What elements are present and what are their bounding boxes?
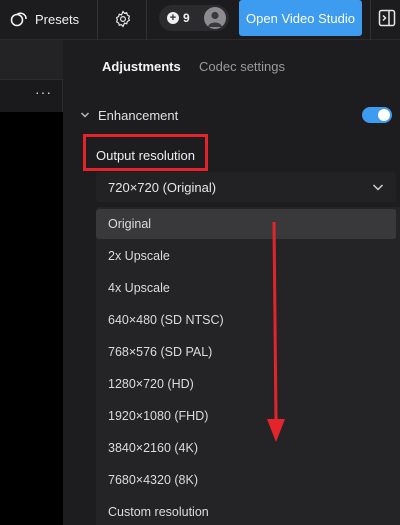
more-options-icon[interactable]: ··· xyxy=(35,84,52,100)
presets-label: Presets xyxy=(35,11,80,27)
settings-button[interactable] xyxy=(112,8,134,30)
enhancement-section-header[interactable]: Enhancement xyxy=(80,107,392,125)
resolution-option[interactable]: 640×480 (SD NTSC) xyxy=(96,305,396,335)
divider xyxy=(370,0,371,40)
tab-adjustments[interactable]: Adjustments xyxy=(102,59,181,74)
output-resolution-select[interactable]: 720×720 (Original) xyxy=(96,172,396,202)
selected-resolution: 720×720 (Original) xyxy=(108,180,217,195)
top-bar: Presets + 9 Open Video Studio xyxy=(0,0,400,40)
annotation-arrow xyxy=(267,221,285,442)
gear-icon xyxy=(115,10,131,28)
resolution-option[interactable]: Original xyxy=(96,209,396,239)
presets-icon xyxy=(10,12,27,27)
chevron-down-icon xyxy=(372,184,384,191)
resolution-option[interactable]: 768×576 (SD PAL) xyxy=(96,337,396,367)
resolution-option[interactable]: 1920×1080 (FHD) xyxy=(96,401,396,431)
panel-toggle-icon[interactable] xyxy=(378,9,396,27)
left-pane: ··· xyxy=(0,40,63,525)
chevron-right-icon xyxy=(81,112,89,118)
output-resolution-label: Output resolution xyxy=(96,148,196,163)
enhancement-title: Enhancement xyxy=(98,108,179,123)
video-preview xyxy=(0,112,63,525)
tab-codec-settings[interactable]: Codec settings xyxy=(199,59,285,74)
left-pane-header xyxy=(0,40,63,80)
settings-tabs: Adjustments Codec settings xyxy=(64,40,400,94)
divider xyxy=(146,0,147,40)
credits-pill[interactable]: + 9 xyxy=(159,5,229,31)
enhancement-toggle[interactable] xyxy=(362,107,392,123)
divider xyxy=(97,0,98,40)
resolution-dropdown: Original 2x Upscale 4x Upscale 640×480 (… xyxy=(96,207,400,525)
plus-icon: + xyxy=(167,12,179,24)
toggle-knob xyxy=(378,109,390,121)
presets-button[interactable]: Presets xyxy=(10,6,79,32)
resolution-option[interactable]: Custom resolution xyxy=(96,497,396,525)
resolution-option[interactable]: 7680×4320 (8K) xyxy=(96,465,396,495)
resolution-option[interactable]: 2x Upscale xyxy=(96,241,396,271)
avatar-icon[interactable] xyxy=(204,7,226,29)
resolution-option[interactable]: 1280×720 (HD) xyxy=(96,369,396,399)
resolution-option[interactable]: 3840×2160 (4K) xyxy=(96,433,396,463)
credits-count: 9 xyxy=(183,11,190,25)
resolution-option[interactable]: 4x Upscale xyxy=(96,273,396,303)
open-video-studio-button[interactable]: Open Video Studio xyxy=(239,0,362,36)
